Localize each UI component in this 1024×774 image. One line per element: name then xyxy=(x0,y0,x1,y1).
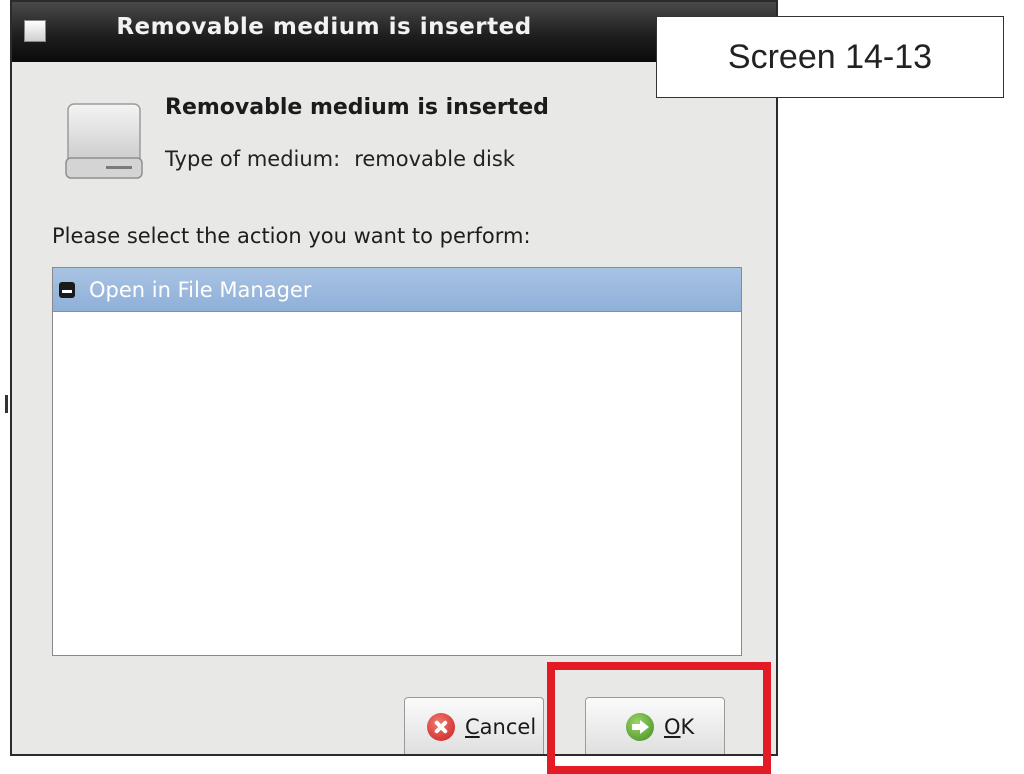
list-item-open-in-file-manager[interactable]: Open in File Manager xyxy=(53,268,741,312)
cancel-button[interactable]: Cancel xyxy=(404,697,544,754)
screen-label: Screen 14-13 xyxy=(656,16,1004,98)
medium-type-row: Type of medium: removable disk xyxy=(165,147,515,171)
action-list[interactable]: Open in File Manager xyxy=(52,267,742,656)
edge-mark xyxy=(5,395,8,413)
ok-highlight-box xyxy=(547,662,771,774)
cancel-button-label: Cancel xyxy=(465,715,537,739)
removable-drive-icon xyxy=(65,103,143,179)
cancel-icon xyxy=(427,713,455,741)
dialog-window: Removable medium is inserted Removable m… xyxy=(10,0,778,756)
file-manager-icon xyxy=(59,281,75,298)
dialog-heading: Removable medium is inserted xyxy=(165,95,549,120)
list-item-label: Open in File Manager xyxy=(89,277,312,302)
action-prompt: Please select the action you want to per… xyxy=(52,224,531,248)
medium-type-value: removable disk xyxy=(354,147,515,171)
medium-type-label: Type of medium: xyxy=(165,147,341,171)
